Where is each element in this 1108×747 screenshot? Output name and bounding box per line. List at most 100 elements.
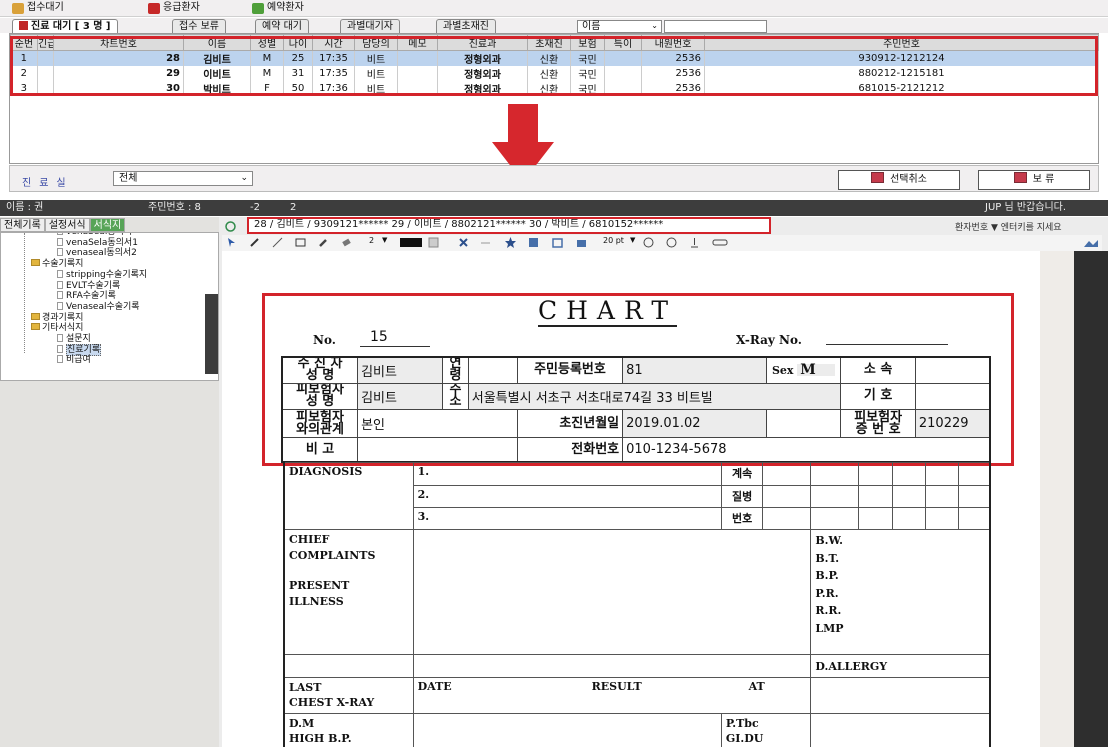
highlight-waiting-rows xyxy=(10,36,1098,96)
reception-wait-button[interactable]: 접수대기 xyxy=(12,1,64,15)
pen-size[interactable]: 2 xyxy=(369,236,374,245)
brush-icon[interactable] xyxy=(318,237,329,248)
pen-icon[interactable] xyxy=(249,237,260,248)
tab-reception-hold[interactable]: 접수 보류 xyxy=(172,19,226,33)
present-illness-label: PRESENT ILLNESS xyxy=(289,579,350,608)
folder-icon xyxy=(31,323,40,331)
hold-icon xyxy=(1013,172,1027,183)
chevron-down-icon[interactable]: ▼ xyxy=(630,236,635,244)
document-icon xyxy=(57,269,63,278)
tree-item[interactable]: 진료기록 xyxy=(57,343,102,356)
drawing-toolbar: 2 ▼ 20 pt ▼ xyxy=(222,235,1102,251)
tree-item[interactable]: venaseal동의서2 xyxy=(57,248,137,258)
tree-item[interactable]: venaSeal동의서 xyxy=(57,233,132,237)
patient-search-hint[interactable]: 환자번호 ▼ 엔터키를 지세요 xyxy=(955,220,1062,233)
diagnosis-item-1[interactable]: 1. xyxy=(412,462,722,486)
vital-label: LMP xyxy=(815,621,844,635)
tree-item-label: 설문지 xyxy=(66,334,91,344)
chart-scrollbar[interactable] xyxy=(1040,251,1108,747)
search-type-select[interactable]: 이름 ⌄ xyxy=(577,20,662,33)
camera-icon[interactable] xyxy=(576,237,587,248)
tree-item[interactable]: RFA수술기록 xyxy=(57,291,116,301)
arrow-icon[interactable] xyxy=(480,237,491,248)
code-label-disease: 질병 xyxy=(720,485,764,508)
last-chest-xray-label: LAST CHEST X-RAY xyxy=(283,677,414,714)
refresh-icon[interactable] xyxy=(224,220,237,233)
vital-label: P.R. xyxy=(815,586,839,600)
tree-connector xyxy=(24,233,25,353)
tree-item[interactable]: EVLT수술기록 xyxy=(57,280,120,291)
tree-item-label: 기타서식지 xyxy=(42,323,84,334)
image-icon[interactable] xyxy=(1084,237,1098,248)
document-icon xyxy=(57,237,63,246)
pointer-icon[interactable] xyxy=(226,237,237,248)
diagnosis-item-2[interactable]: 2. xyxy=(412,485,722,508)
document-icon xyxy=(57,280,63,289)
vitals-cell[interactable]: B.W. B.T. B.P. P.R. R.R. LMP xyxy=(810,529,991,655)
vital-label: R.R. xyxy=(815,604,842,617)
tree-item-label: venaseal동의서2 xyxy=(66,248,137,259)
color-swatch-icon[interactable] xyxy=(400,237,422,248)
tree-item[interactable]: 기타서식지 xyxy=(31,323,83,333)
cancel-selection-button[interactable]: 선택취소 xyxy=(838,170,960,190)
document-icon xyxy=(57,233,63,235)
tab-forms[interactable]: 서식지 xyxy=(89,218,126,232)
calendar-icon[interactable] xyxy=(552,237,563,248)
complaints-field[interactable] xyxy=(412,529,812,655)
tree-item[interactable]: 비급여 xyxy=(57,355,91,365)
line-icon[interactable] xyxy=(272,237,283,248)
stamp-icon[interactable] xyxy=(528,237,539,248)
chevron-down-icon[interactable]: ▼ xyxy=(382,236,387,244)
hold-button[interactable]: 보 류 xyxy=(978,170,1090,190)
tree-item[interactable]: Venaseal수술기록 xyxy=(57,301,140,312)
highlight-patient-info xyxy=(262,293,1014,466)
tree-item[interactable]: 경과기록지 xyxy=(31,312,83,323)
ptbc-gidu-label: P.Tbc GI.DU xyxy=(720,713,812,747)
dept-select[interactable]: 전체 ⌄ xyxy=(113,171,253,186)
tab-all-records[interactable]: 전체기록 xyxy=(0,218,45,232)
next-page-icon[interactable] xyxy=(666,237,677,248)
tree-item[interactable]: 수술기록지 xyxy=(31,259,83,269)
left-tabs: 전체기록 설정서식 서식지 xyxy=(0,218,126,232)
clinical-record-table: DIAGNOSIS 1. 계속 2. 질병 3. 번호 CHIEF COMPLA… xyxy=(283,462,991,747)
tab-dept-first-revisit[interactable]: 과별초재진 xyxy=(436,19,496,33)
document-icon xyxy=(57,334,63,342)
tree-item[interactable]: venaSela동의서1 xyxy=(57,237,138,248)
top-toolbar: 접수대기 응급환자 예약환자 xyxy=(0,0,1108,17)
fill-icon[interactable] xyxy=(428,237,439,248)
search-input[interactable] xyxy=(664,20,767,33)
document-icon xyxy=(57,355,63,364)
tree-item-label: 수술기록지 xyxy=(42,259,84,270)
diagnosis-item-3[interactable]: 3. xyxy=(412,507,722,530)
tree-scrollbar[interactable] xyxy=(205,294,218,374)
tab-reservation-waiting[interactable]: 예약 대기 xyxy=(255,19,309,33)
document-icon xyxy=(57,344,63,353)
eraser-icon[interactable] xyxy=(341,237,352,248)
link-icon[interactable] xyxy=(712,237,728,248)
tree-item[interactable]: stripping수술기록지 xyxy=(57,269,147,280)
download-icon[interactable] xyxy=(689,237,700,248)
status-num1: -2 xyxy=(250,202,260,213)
tab-treatment-waiting[interactable]: 진료 대기 [ 3 명 ] xyxy=(12,19,118,33)
font-size-select[interactable]: 20 pt xyxy=(603,236,624,245)
delete-icon[interactable] xyxy=(458,237,469,248)
status-rrn: 주민번호 : 8 xyxy=(148,202,201,213)
reservation-button[interactable]: 예약환자 xyxy=(252,1,304,15)
tree-item[interactable]: 설문지 xyxy=(57,334,91,344)
date-label: DATE xyxy=(417,680,452,693)
vital-label: B.P. xyxy=(815,569,839,582)
emergency-button[interactable]: 응급환자 xyxy=(148,1,200,15)
tab-preset-forms[interactable]: 설정서식 xyxy=(44,218,90,232)
folder-icon xyxy=(31,312,40,320)
status-num2: 2 xyxy=(290,202,297,213)
diagnosis-label: DIAGNOSIS xyxy=(283,462,414,530)
tree-item-label: 비급여 xyxy=(66,355,91,366)
tab-dept-waiting[interactable]: 과별대기자 xyxy=(340,19,400,33)
prev-page-icon[interactable] xyxy=(643,237,654,248)
emergency-icon xyxy=(148,2,160,14)
star-icon[interactable] xyxy=(505,237,516,248)
rectangle-icon[interactable] xyxy=(295,237,306,248)
result-label: RESULT xyxy=(591,680,642,693)
at-label: AT xyxy=(748,680,765,693)
filter-row: 진료실 전체 ⌄ 선택취소 보 류 xyxy=(9,165,1099,192)
